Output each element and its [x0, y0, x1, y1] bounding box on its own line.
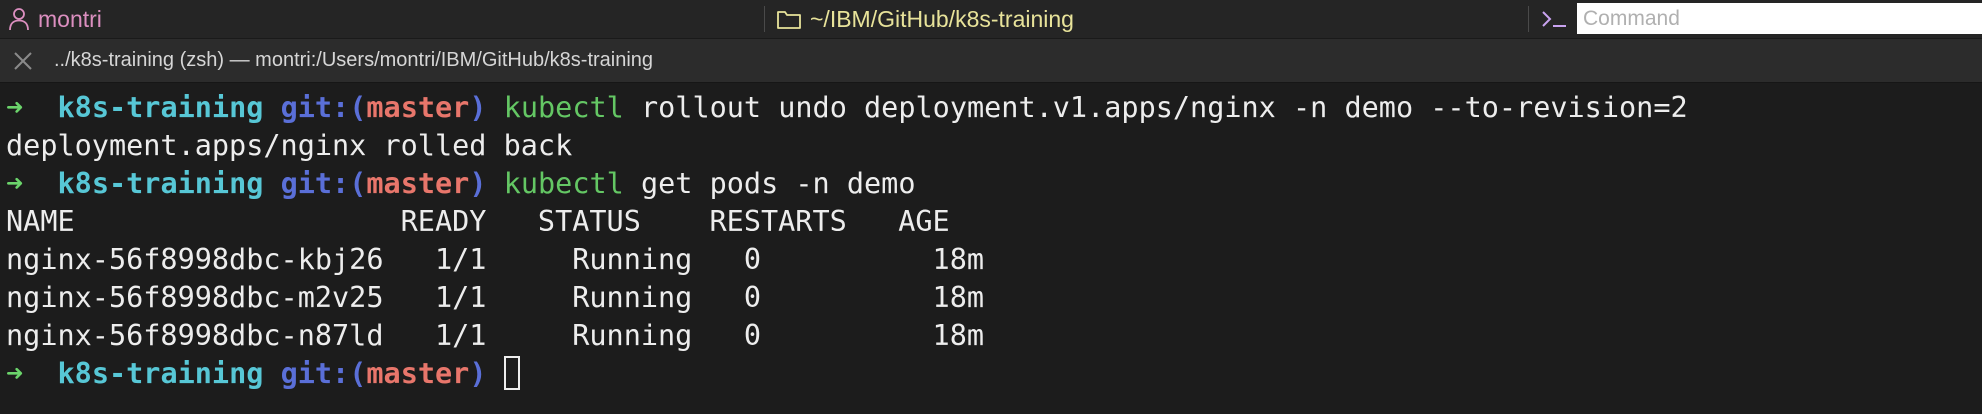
pods-table-row: nginx-56f8998dbc-kbj26 1/1 Running 0 18m — [6, 243, 985, 276]
tab-title[interactable]: ../k8s-training (zsh) — montri:/Users/mo… — [54, 39, 653, 82]
status-divider — [1528, 6, 1529, 32]
terminal-cursor[interactable] — [503, 356, 520, 390]
pods-table-header: NAME READY STATUS RESTARTS AGE — [6, 205, 950, 238]
command-args: rollout undo deployment.v1.apps/nginx -n… — [640, 91, 1688, 124]
status-path-text: ~/IBM/GitHub/k8s-training — [810, 5, 1074, 32]
prompt-git-close: ) — [469, 167, 487, 200]
pods-table-row: nginx-56f8998dbc-m2v25 1/1 Running 0 18m — [6, 281, 985, 314]
command-name: kubectl — [503, 91, 624, 124]
pods-table-row: nginx-56f8998dbc-n87ld 1/1 Running 0 18m — [6, 319, 985, 352]
terminal-window: montri ~/IBM/GitHub/k8s-training ../k8 — [0, 0, 1982, 414]
prompt-git-open: ( — [349, 167, 367, 200]
prompt-directory: k8s-training — [57, 167, 264, 200]
prompt-git-open: ( — [349, 91, 367, 124]
prompt-git-label: git: — [280, 357, 350, 390]
prompt-git-close: ) — [469, 357, 487, 390]
status-user-name: montri — [38, 5, 102, 32]
terminal-prompt-icon — [1540, 0, 1568, 38]
status-path[interactable]: ~/IBM/GitHub/k8s-training — [776, 0, 1074, 38]
command-output: deployment.apps/nginx rolled back — [6, 129, 573, 162]
status-divider — [764, 6, 765, 32]
terminal-line: deployment.apps/nginx rolled back — [6, 127, 1982, 165]
prompt-git-label: git: — [280, 91, 350, 124]
prompt-arrow: ➜ — [6, 167, 24, 200]
command-input[interactable] — [1577, 3, 1982, 34]
prompt-branch: master — [366, 167, 470, 200]
terminal-line: ➜ k8s-training git:(master) kubectl get … — [6, 165, 1982, 203]
prompt-arrow: ➜ — [6, 91, 24, 124]
folder-icon — [777, 11, 801, 29]
prompt-arrow: ➜ — [6, 357, 24, 390]
status-bar: montri ~/IBM/GitHub/k8s-training — [0, 0, 1982, 39]
person-icon — [9, 8, 29, 31]
prompt-git-label: git: — [280, 167, 350, 200]
prompt-git-close: ) — [469, 91, 487, 124]
prompt-directory: k8s-training — [57, 357, 264, 390]
tab-bar: ../k8s-training (zsh) — montri:/Users/mo… — [0, 39, 1982, 83]
prompt-branch: master — [366, 357, 470, 390]
prompt-git-open: ( — [349, 357, 367, 390]
close-icon[interactable] — [10, 48, 36, 74]
terminal-line: ➜ k8s-training git:(master) — [6, 355, 1982, 393]
command-args: get pods -n demo — [640, 167, 916, 200]
status-user[interactable]: montri — [8, 0, 102, 38]
command-name: kubectl — [503, 167, 624, 200]
terminal-output[interactable]: ➜ k8s-training git:(master) kubectl roll… — [0, 83, 1982, 414]
prompt-branch: master — [366, 91, 470, 124]
terminal-line: ➜ k8s-training git:(master) kubectl roll… — [6, 89, 1982, 127]
prompt-directory: k8s-training — [57, 91, 264, 124]
